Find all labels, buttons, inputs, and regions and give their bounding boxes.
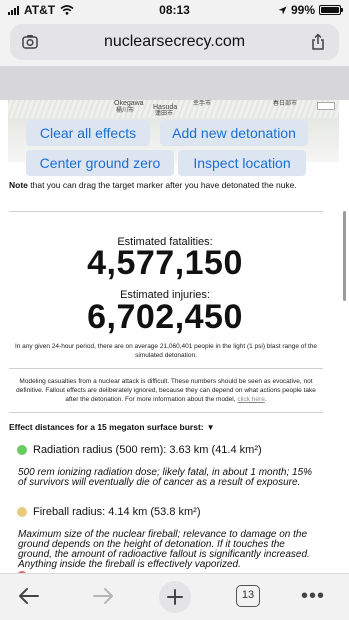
note-bold: Note	[9, 180, 28, 190]
battery-level	[321, 7, 339, 13]
back-button[interactable]	[14, 582, 44, 610]
effect-fireball: Fireball radius: 4.14 km (53.8 km²)	[17, 506, 201, 518]
fireball-color-dot	[17, 507, 27, 517]
url-text[interactable]: nuclearsecrecy.com	[50, 33, 299, 51]
location-arrow-icon	[278, 5, 287, 15]
forward-button[interactable]	[88, 582, 118, 610]
map-scale-box	[317, 102, 335, 110]
center-ground-zero-button[interactable]: Center ground zero	[26, 150, 174, 176]
effect-radiation: Radiation radius (500 rem): 3.63 km (41.…	[17, 444, 262, 456]
note-text: that you can drag the target marker afte…	[27, 180, 297, 190]
page-content: Okegawa 桶川市 Hasuda 蓮田市 幸手市 春日部市 Clear al…	[0, 66, 349, 573]
effect-description: Maximum size of the nuclear fireball; re…	[18, 529, 310, 570]
tab-switcher-button[interactable]: 13	[233, 582, 263, 610]
status-right: 99%	[278, 3, 343, 17]
map-label: Okegawa	[114, 100, 144, 107]
divider	[9, 412, 323, 413]
effect-description: 500 rem ionizing radiation dose; likely …	[18, 467, 313, 488]
plus-icon	[167, 589, 183, 605]
effects-heading-text: Effect distances for a 15 megaton surfac…	[9, 422, 204, 432]
effect-label: Radiation radius (500 rem): 3.63 km (41.…	[33, 444, 262, 456]
inspect-location-button[interactable]: Inspect location	[178, 150, 306, 176]
add-detonation-button[interactable]: Add new detonation	[160, 120, 308, 146]
forward-arrow-icon	[93, 588, 113, 604]
more-dots-icon: •••	[300, 584, 325, 607]
fatalities-value: 4,577,150	[87, 244, 243, 282]
disclaimer-text: Modeling casualties from a nuclear attac…	[16, 378, 316, 403]
radiation-color-dot	[17, 445, 27, 455]
model-disclaimer: Modeling casualties from a nuclear attac…	[9, 377, 323, 404]
map-label: 春日部市	[273, 101, 298, 107]
status-bar: AT&T 08:13 99%	[0, 0, 349, 22]
divider	[9, 368, 323, 369]
address-bar-area: nuclearsecrecy.com	[0, 22, 349, 66]
divider	[9, 211, 323, 212]
page-header-band	[0, 66, 349, 100]
effects-heading[interactable]: Effect distances for a 15 megaton surfac…	[9, 422, 215, 432]
tab-count: 13	[236, 585, 260, 607]
more-menu-button[interactable]: •••	[298, 582, 328, 610]
map-label: 蓮田市	[155, 111, 174, 117]
map-view[interactable]: Okegawa 桶川市 Hasuda 蓮田市 幸手市 春日部市	[8, 100, 339, 118]
back-arrow-icon	[19, 588, 39, 604]
population-note: In any given 24-hour period, there are o…	[14, 343, 318, 359]
injuries-value: 6,702,450	[87, 298, 243, 336]
new-tab-button[interactable]	[159, 581, 191, 613]
clear-effects-button[interactable]: Clear all effects	[26, 120, 150, 146]
model-info-link[interactable]: click here	[237, 396, 264, 403]
address-bar[interactable]: nuclearsecrecy.com	[10, 24, 339, 60]
drag-note: Note that you can drag the target marker…	[9, 180, 339, 190]
battery-icon	[319, 5, 343, 15]
map-label: 幸手市	[193, 101, 212, 107]
map-label: Hasuda	[153, 104, 178, 111]
scroll-indicator[interactable]	[343, 211, 346, 301]
battery-percent: 99%	[290, 3, 315, 17]
map-label: 桶川市	[116, 108, 135, 114]
effect-label: Fireball radius: 4.14 km (53.8 km²)	[33, 506, 201, 518]
browser-toolbar: 13 •••	[0, 573, 349, 620]
share-icon[interactable]	[309, 33, 327, 51]
disclaimer-end: .	[264, 396, 267, 403]
page-settings-icon[interactable]	[21, 33, 39, 51]
caret-down-icon[interactable]: ▼	[207, 423, 215, 432]
